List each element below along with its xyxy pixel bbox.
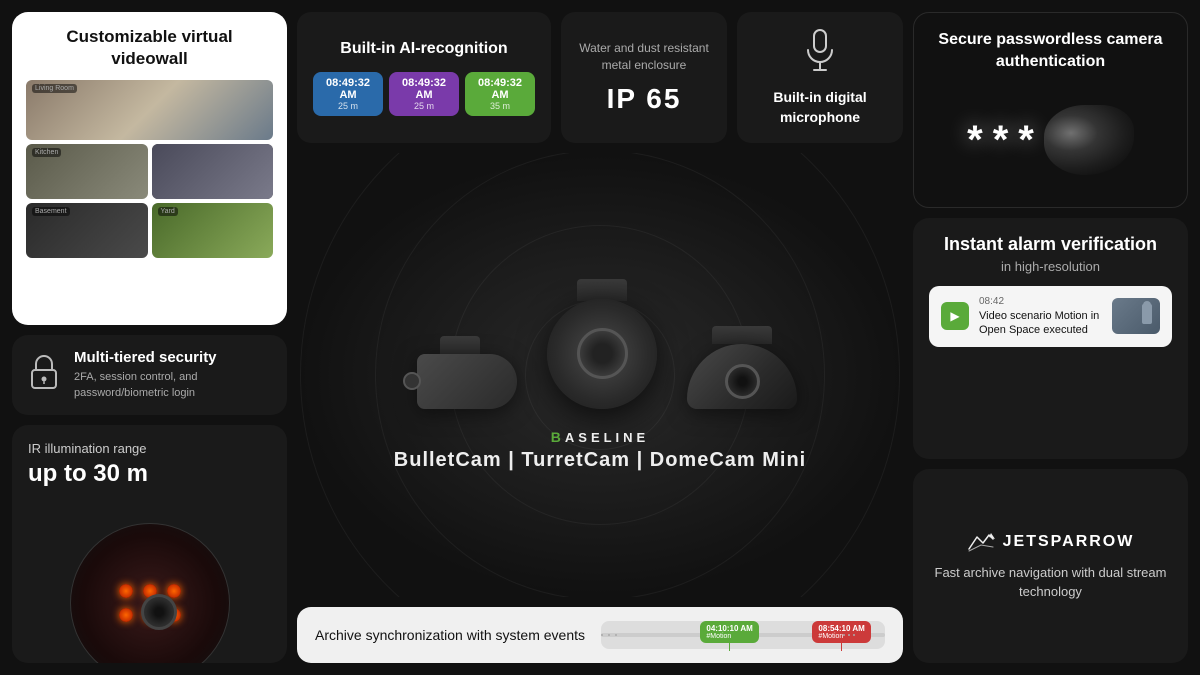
notif-time: 08:42	[979, 296, 1102, 307]
vw-cell-living: Living Room	[26, 80, 273, 140]
timeline-marker-2: 08:54:10 AM #Motion	[812, 621, 870, 651]
person-silhouette	[1142, 304, 1152, 324]
domecam	[687, 326, 797, 409]
bulletcam	[403, 336, 517, 409]
vw-cell-yard: Yard	[152, 203, 274, 258]
passwordless-title: Secure passwordless camera authenticatio…	[930, 29, 1171, 74]
jetsparrow-icon	[967, 531, 995, 553]
security-desc: 2FA, session control, and password/biome…	[74, 370, 271, 401]
notif-desc: Video scenario Motion in Open Space exec…	[979, 309, 1102, 338]
ir-camera	[70, 523, 230, 663]
videowall-card: Customizable virtual videowall Living Ro…	[12, 12, 287, 325]
alarm-subtitle: in high-resolution	[929, 259, 1172, 274]
notif-thumbnail	[1112, 298, 1160, 334]
left-column: Customizable virtual videowall Living Ro…	[12, 12, 297, 663]
ir-dot	[167, 584, 181, 598]
alarm-title: Instant alarm verification	[929, 234, 1172, 255]
ir-card: IR illumination range up to 30 m	[12, 425, 287, 663]
vw-cell-kitchen: Kitchen	[26, 144, 148, 199]
archive-bar: Archive synchronization with system even…	[297, 607, 903, 663]
main-camera-display: BASELINE BulletCam | TurretCam | DomeCam…	[297, 153, 903, 597]
password-display: * * *	[930, 90, 1171, 191]
security-card: Multi-tiered security 2FA, session contr…	[12, 335, 287, 415]
ip-desc: Water and dust resistant metal enclosure	[577, 40, 711, 74]
passwordless-card: Secure passwordless camera authenticatio…	[913, 12, 1188, 208]
ai-bar-blue: 08:49:32 AM 25 m	[313, 72, 383, 116]
archive-label: Archive synchronization with system even…	[315, 627, 585, 643]
ir-range: up to 30 m	[28, 460, 148, 488]
jetsparrow-desc: Fast archive navigation with dual stream…	[929, 563, 1172, 602]
videowall-title: Customizable virtual videowall	[26, 26, 273, 70]
asterisk-1: *	[967, 118, 983, 163]
jetsparrow-logo: JETSPARROW	[967, 531, 1135, 553]
ir-dot	[119, 584, 133, 598]
ir-text: IR illumination range up to 30 m	[28, 441, 148, 488]
notif-text: 08:42 Video scenario Motion in Open Spac…	[979, 296, 1102, 338]
mic-title: Built-in digital microphone	[753, 88, 887, 127]
jetsparrow-card: JETSPARROW Fast archive navigation with …	[913, 469, 1188, 663]
dust-cloud	[1044, 105, 1134, 175]
center-column: Built-in AI-recognition 08:49:32 AM 25 m…	[297, 12, 903, 663]
top-features: Built-in AI-recognition 08:49:32 AM 25 m…	[297, 12, 903, 143]
cam-names: BulletCam | TurretCam | DomeCam Mini	[394, 449, 806, 472]
security-text: Multi-tiered security 2FA, session contr…	[74, 349, 271, 401]
cameras-row	[403, 279, 797, 409]
asterisk-2: *	[993, 118, 1009, 163]
ir-dot	[119, 608, 133, 622]
right-column: Secure passwordless camera authenticatio…	[903, 12, 1188, 663]
asterisk-3: *	[1018, 118, 1034, 163]
mic-card: Built-in digital microphone	[737, 12, 903, 143]
ai-card: Built-in AI-recognition 08:49:32 AM 25 m…	[297, 12, 551, 143]
ai-title: Built-in AI-recognition	[340, 40, 507, 58]
alarm-card: Instant alarm verification in high-resol…	[913, 218, 1188, 460]
vw-cell-bedroom: Bedroom	[152, 144, 274, 199]
ip-badge: IP 65	[607, 83, 682, 115]
notif-icon: ▶	[941, 302, 969, 330]
microphone-icon	[804, 28, 836, 80]
turretcam	[547, 279, 657, 409]
security-title: Multi-tiered security	[74, 349, 271, 366]
ai-bar-purple: 08:49:32 AM 25 m	[389, 72, 459, 116]
timeline-marker-1: 04:10:10 AM #Motion	[700, 621, 758, 651]
videowall-grid: Living Room Kitchen Bedroom Basement Yar…	[26, 80, 273, 258]
brand-label: BASELINE BulletCam | TurretCam | DomeCam…	[394, 429, 806, 472]
archive-timeline: 04:10:10 AM #Motion 08:54:10 AM #Motion	[601, 621, 885, 649]
jetsparrow-name: JETSPARROW	[1003, 533, 1135, 551]
lock-icon	[28, 354, 60, 397]
ip-card: Water and dust resistant metal enclosure…	[561, 12, 727, 143]
alarm-notification: ▶ 08:42 Video scenario Motion in Open Sp…	[929, 286, 1172, 348]
ir-label: IR illumination range	[28, 441, 148, 456]
ai-bar-green: 08:49:32 AM 35 m	[465, 72, 535, 116]
vw-cell-basement: Basement	[26, 203, 148, 258]
ai-bars: 08:49:32 AM 25 m 08:49:32 AM 25 m 08:49:…	[313, 72, 535, 116]
